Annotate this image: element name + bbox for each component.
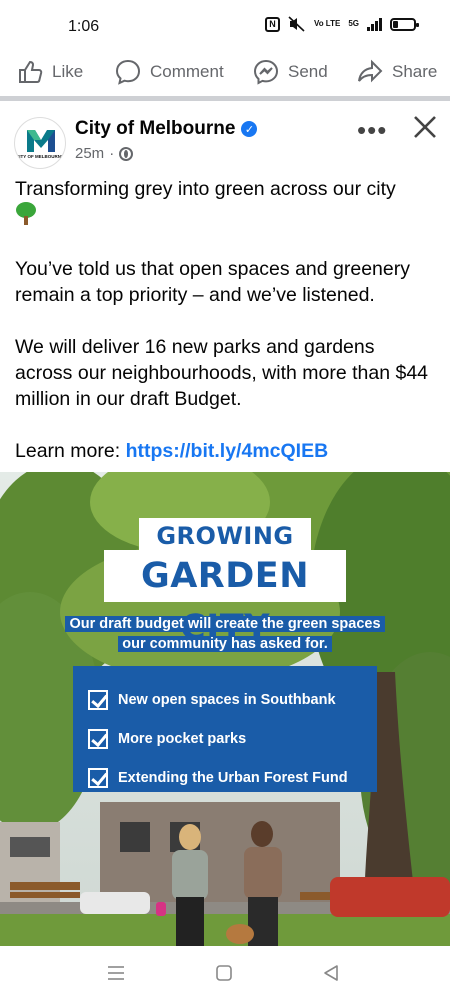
checklist-item: New open spaces in Southbank	[73, 680, 377, 719]
image-subtitle-line-1: Our draft budget will create the green s…	[65, 616, 385, 632]
battery-icon	[390, 17, 419, 31]
like-button[interactable]: Like	[16, 58, 83, 86]
post-line-1: Transforming grey into green across our …	[15, 178, 396, 200]
image-title-line-1: GROWING THE	[139, 518, 311, 586]
home-square-icon	[216, 965, 232, 981]
comment-label: Comment	[150, 62, 224, 81]
post-time[interactable]: 25m	[75, 145, 104, 162]
share-button[interactable]: Share	[356, 58, 437, 86]
volte-icon: Vo LTE	[313, 19, 341, 28]
home-button[interactable]	[215, 964, 233, 987]
checkbox-checked-icon	[88, 689, 108, 710]
page-avatar[interactable]: CITY OF MELBOURNE	[14, 117, 66, 169]
network-type-label: 5G	[348, 19, 359, 28]
share-arrow-icon	[358, 59, 383, 83]
send-label: Send	[288, 62, 328, 81]
nfc-icon: N	[264, 16, 280, 32]
globe-icon	[119, 146, 134, 161]
avatar-caption: CITY OF MELBOURNE	[16, 154, 64, 159]
image-checklist: New open spaces in Southbank More pocket…	[73, 666, 377, 792]
close-icon	[414, 116, 436, 138]
menu-icon	[108, 966, 124, 980]
post-body: Transforming grey into green across our …	[15, 176, 435, 490]
post-paragraph-3: We will deliver 16 new parks and gardens…	[15, 336, 429, 410]
status-time: 1:06	[68, 18, 100, 35]
thumbs-up-icon	[19, 60, 43, 83]
page-name[interactable]: City of Melbourne ✓	[75, 118, 258, 140]
comment-button[interactable]: Comment	[114, 58, 224, 86]
like-label: Like	[52, 62, 84, 81]
post-action-bar: Like Comment Send Share	[0, 50, 450, 96]
tree-emoji-icon	[15, 202, 37, 226]
share-label: Share	[392, 62, 438, 81]
comment-icon	[115, 59, 141, 85]
checklist-item-text: Extending the Urban Forest Fund	[118, 769, 348, 786]
system-navigation-bar	[0, 946, 450, 1000]
post-header: CITY OF MELBOURNE City of Melbourne ✓ 25…	[0, 101, 450, 171]
back-triangle-icon	[324, 965, 338, 981]
checklist-item: More pocket parks	[73, 719, 377, 758]
checkbox-checked-icon	[88, 728, 108, 749]
post-paragraph-4: Learn more: https://bit.ly/4mcQIEB	[15, 438, 435, 464]
checklist-item: Extending the Urban Forest Fund	[73, 758, 377, 797]
checklist-item-text: More pocket parks	[118, 730, 247, 747]
learn-more-label: Learn more:	[15, 440, 121, 462]
status-icons: N Vo LTE 5G	[264, 16, 419, 32]
post-meta: 25m ·	[75, 145, 134, 162]
mute-icon	[288, 16, 305, 32]
back-button[interactable]	[322, 964, 340, 987]
messenger-icon	[253, 59, 279, 85]
status-bar: 1:06 N Vo LTE 5G	[0, 0, 450, 50]
send-button[interactable]: Send	[252, 58, 328, 86]
image-subtitle-line-2: our community has asked for.	[118, 636, 332, 652]
more-options-button[interactable]: •••	[357, 115, 387, 146]
verified-badge-icon: ✓	[241, 121, 258, 137]
image-subtitle: Our draft budget will create the green s…	[56, 614, 394, 654]
image-title-line-2: GARDEN CITY	[104, 550, 346, 648]
city-of-melbourne-logo	[27, 130, 55, 152]
post-paragraph-1: Transforming grey into green across our …	[15, 176, 435, 230]
close-button[interactable]	[411, 113, 439, 146]
page-name-text: City of Melbourne	[75, 118, 236, 139]
post-paragraph-2: You’ve told us that open spaces and gree…	[15, 258, 410, 306]
checkbox-checked-icon	[88, 767, 108, 788]
learn-more-link[interactable]: https://bit.ly/4mcQIEB	[126, 440, 329, 462]
meta-separator: ·	[109, 145, 115, 162]
recent-apps-button[interactable]	[106, 964, 126, 987]
signal-icon	[367, 17, 382, 31]
checklist-item-text: New open spaces in Southbank	[118, 691, 336, 708]
